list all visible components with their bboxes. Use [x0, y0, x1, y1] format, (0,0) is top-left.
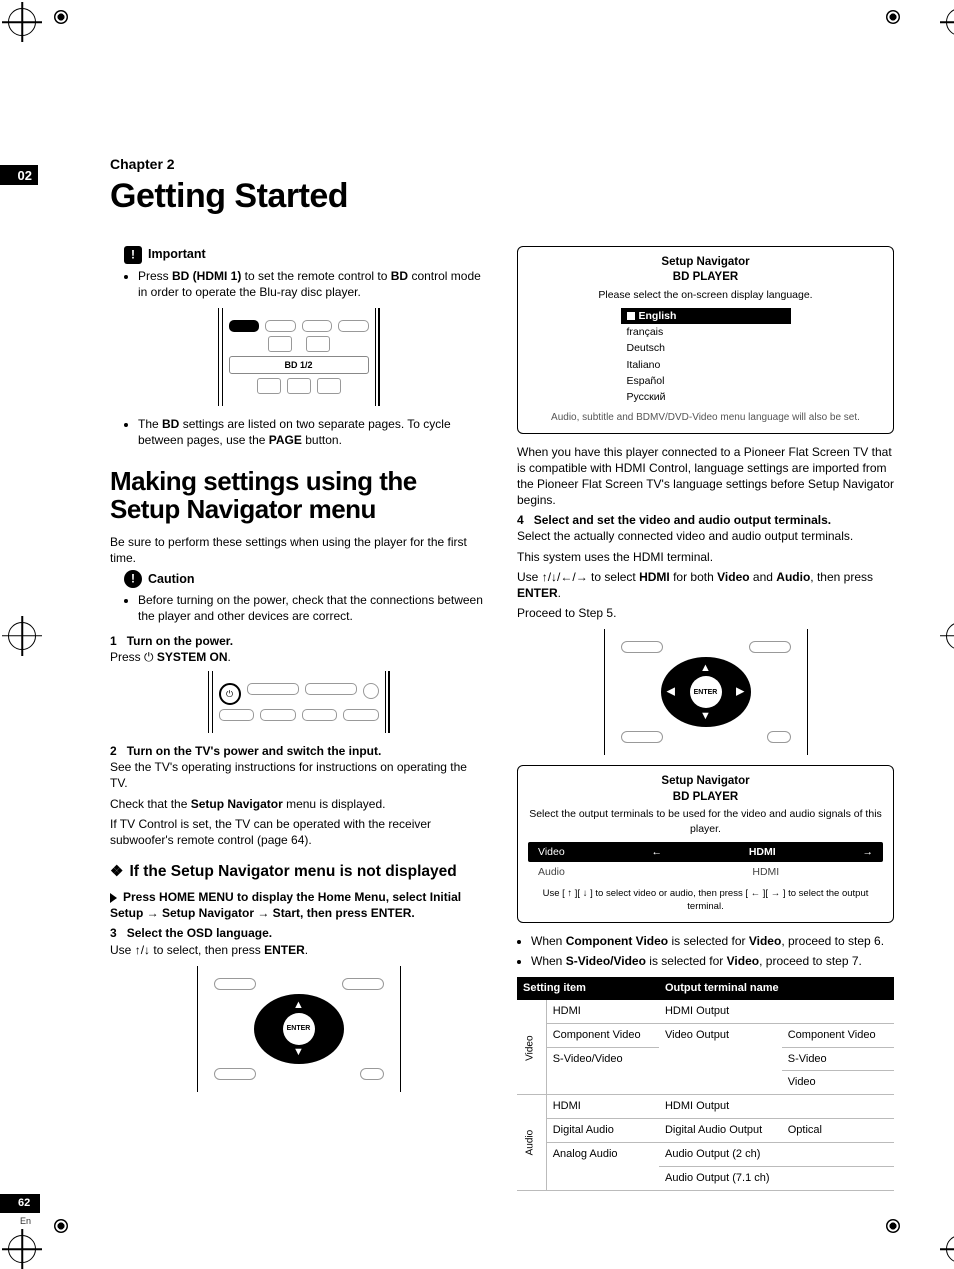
table-row: Analog Audio Audio Output (2 ch)	[517, 1143, 894, 1167]
remote-page-label: BD 1/2	[229, 356, 369, 374]
caution-item: Before turning on the power, check that …	[138, 592, 487, 624]
arrow-up-icon: ▲	[293, 998, 304, 1013]
right-column: Setup Navigator BD PLAYER Please select …	[517, 242, 894, 1191]
language-list: English français Deutsch Italiano Españo…	[621, 308, 791, 405]
table-row: Component Video Video Output Component V…	[517, 1023, 894, 1047]
remote-diagram-2: ⏻	[212, 671, 386, 733]
language-option-selected: English	[621, 308, 791, 324]
dpad-diagram-2: ▲ ▼ ◀ ▶ ENTER	[604, 629, 808, 755]
arrow-up-icon: ▲	[700, 661, 711, 676]
step2-line3: If TV Control is set, the TV can be oper…	[110, 816, 487, 848]
step-1: 1 Turn on the power. Press ⏻ SYSTEM ON.	[110, 633, 487, 665]
table-row: Digital Audio Digital Audio Output Optic…	[517, 1119, 894, 1143]
arrow-right-icon: →	[576, 570, 588, 584]
warning-icon	[124, 246, 142, 264]
arrow-down-icon: ▼	[293, 1045, 304, 1060]
osd-language-panel: Setup Navigator BD PLAYER Please select …	[517, 246, 894, 434]
osd-sub: BD PLAYER	[528, 790, 883, 806]
language-option: Español	[621, 373, 791, 389]
osd-output-panel: Setup Navigator BD PLAYER Select the out…	[517, 765, 894, 922]
osd-selected-row: Video ← HDMI →	[528, 842, 883, 862]
settings-table: Setting item Output terminal name Video …	[517, 977, 894, 1191]
osd-row: Audio HDMI	[528, 862, 883, 882]
arrow-down-icon: ▼	[700, 709, 711, 724]
osd-title: Setup Navigator	[528, 774, 883, 790]
page-language: En	[20, 1215, 31, 1227]
page-number: 62	[0, 1194, 40, 1213]
step-4: 4 Select and set the video and audio out…	[517, 512, 894, 544]
arrow-down-icon: ↓	[551, 570, 557, 584]
caution-list: Before turning on the power, check that …	[124, 592, 487, 624]
remote-diagram: BD 1/2	[222, 308, 376, 406]
step2-line2: Check that the Setup Navigator menu is d…	[110, 796, 487, 812]
language-option: français	[621, 324, 791, 340]
enter-button-icon: ENTER	[283, 1013, 315, 1045]
table-category: Audio	[517, 1095, 546, 1190]
section-intro: Be sure to perform these settings when u…	[110, 534, 487, 566]
osd-sub: BD PLAYER	[528, 270, 883, 286]
language-option: Italiano	[621, 357, 791, 373]
step4-line2: This system uses the HDMI terminal.	[517, 549, 894, 565]
enter-button-icon: ENTER	[690, 676, 722, 708]
language-option: Русский	[621, 389, 791, 405]
important-label: Important	[148, 246, 206, 263]
power-icon: ⏻	[219, 683, 241, 705]
arrow-left-icon: ◀	[667, 685, 675, 700]
language-option: Deutsch	[621, 340, 791, 356]
sub-instruction: Press HOME MENU to display the Home Menu…	[110, 889, 487, 921]
diamond-icon: ❖	[110, 863, 123, 880]
arrow-left-icon: ←	[652, 845, 663, 859]
dpad-diagram: ▲ ▼ ENTER	[197, 966, 401, 1092]
arrow-up-icon: ↑	[135, 943, 141, 957]
chapter-label: Chapter 2	[110, 155, 894, 174]
osd-instruction: Please select the on-screen display lang…	[528, 288, 883, 302]
caution-icon	[124, 570, 142, 588]
right-paragraph: When you have this player connected to a…	[517, 444, 894, 509]
bullet-item: When S-Video/Video is selected for Video…	[531, 953, 894, 969]
section-heading: Making settings using the Setup Navigato…	[110, 467, 487, 524]
chapter-number-tab: 02	[0, 165, 38, 185]
step4-line3: Use ↑/↓/←/→ to select HDMI for both Vide…	[517, 569, 894, 601]
table-header: Output terminal name	[659, 977, 894, 1000]
table-header: Setting item	[517, 977, 659, 1000]
important-list-2: The BD settings are listed on two separa…	[124, 416, 487, 448]
caution-callout: Caution	[124, 570, 487, 588]
table-row: Video HDMI HDMI Output	[517, 1000, 894, 1023]
sub-heading: ❖If the Setup Navigator menu is not disp…	[110, 862, 487, 883]
osd-footnote: Audio, subtitle and BDMV/DVD-Video menu …	[528, 411, 883, 425]
bullet-item: When Component Video is selected for Vid…	[531, 933, 894, 949]
step-2: 2 Turn on the TV's power and switch the …	[110, 743, 487, 792]
arrow-up-icon: ↑	[542, 570, 548, 584]
important-list: Press BD (HDMI 1) to set the remote cont…	[124, 268, 487, 300]
important-item: Press BD (HDMI 1) to set the remote cont…	[138, 268, 487, 300]
right-bullets: When Component Video is selected for Vid…	[517, 933, 894, 969]
osd-hint: Use [ ↑ ][ ↓ ] to select video or audio,…	[528, 888, 883, 914]
step-3: 3 Select the OSD language. Use ↑/↓ to se…	[110, 925, 487, 957]
chapter-title: Getting Started	[110, 174, 894, 220]
important-callout: Important	[124, 246, 487, 264]
table-category: Video	[517, 1000, 546, 1095]
osd-instruction: Select the output terminals to be used f…	[528, 807, 883, 835]
table-row: Audio HDMI HDMI Output	[517, 1095, 894, 1119]
important-item: The BD settings are listed on two separa…	[138, 416, 487, 448]
caution-label: Caution	[148, 571, 195, 588]
left-column: Important Press BD (HDMI 1) to set the r…	[110, 242, 487, 1191]
osd-title: Setup Navigator	[528, 255, 883, 271]
step4-line4: Proceed to Step 5.	[517, 605, 894, 621]
arrow-left-icon: ←	[560, 570, 572, 584]
triangle-icon	[110, 893, 117, 903]
arrow-right-icon: ▶	[736, 685, 744, 700]
arrow-right-icon: →	[863, 845, 874, 859]
